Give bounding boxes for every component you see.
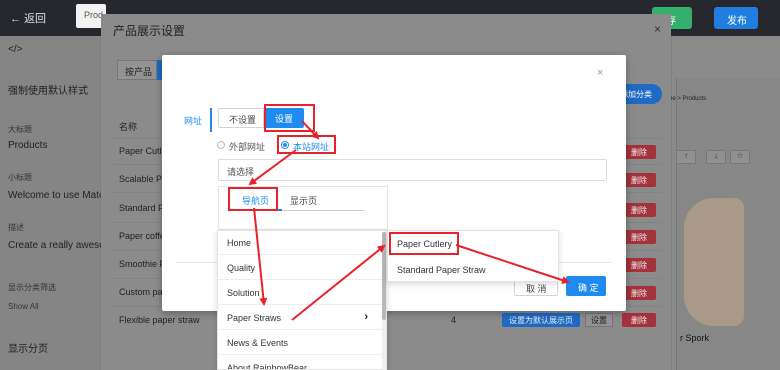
annotation-arrow (253, 207, 268, 306)
annotation-arrow (301, 120, 320, 140)
annotation-arrows (248, 120, 570, 321)
annotation-arrow (291, 244, 386, 321)
annotation-arrow (248, 149, 297, 186)
annotation-arrow (455, 244, 570, 284)
